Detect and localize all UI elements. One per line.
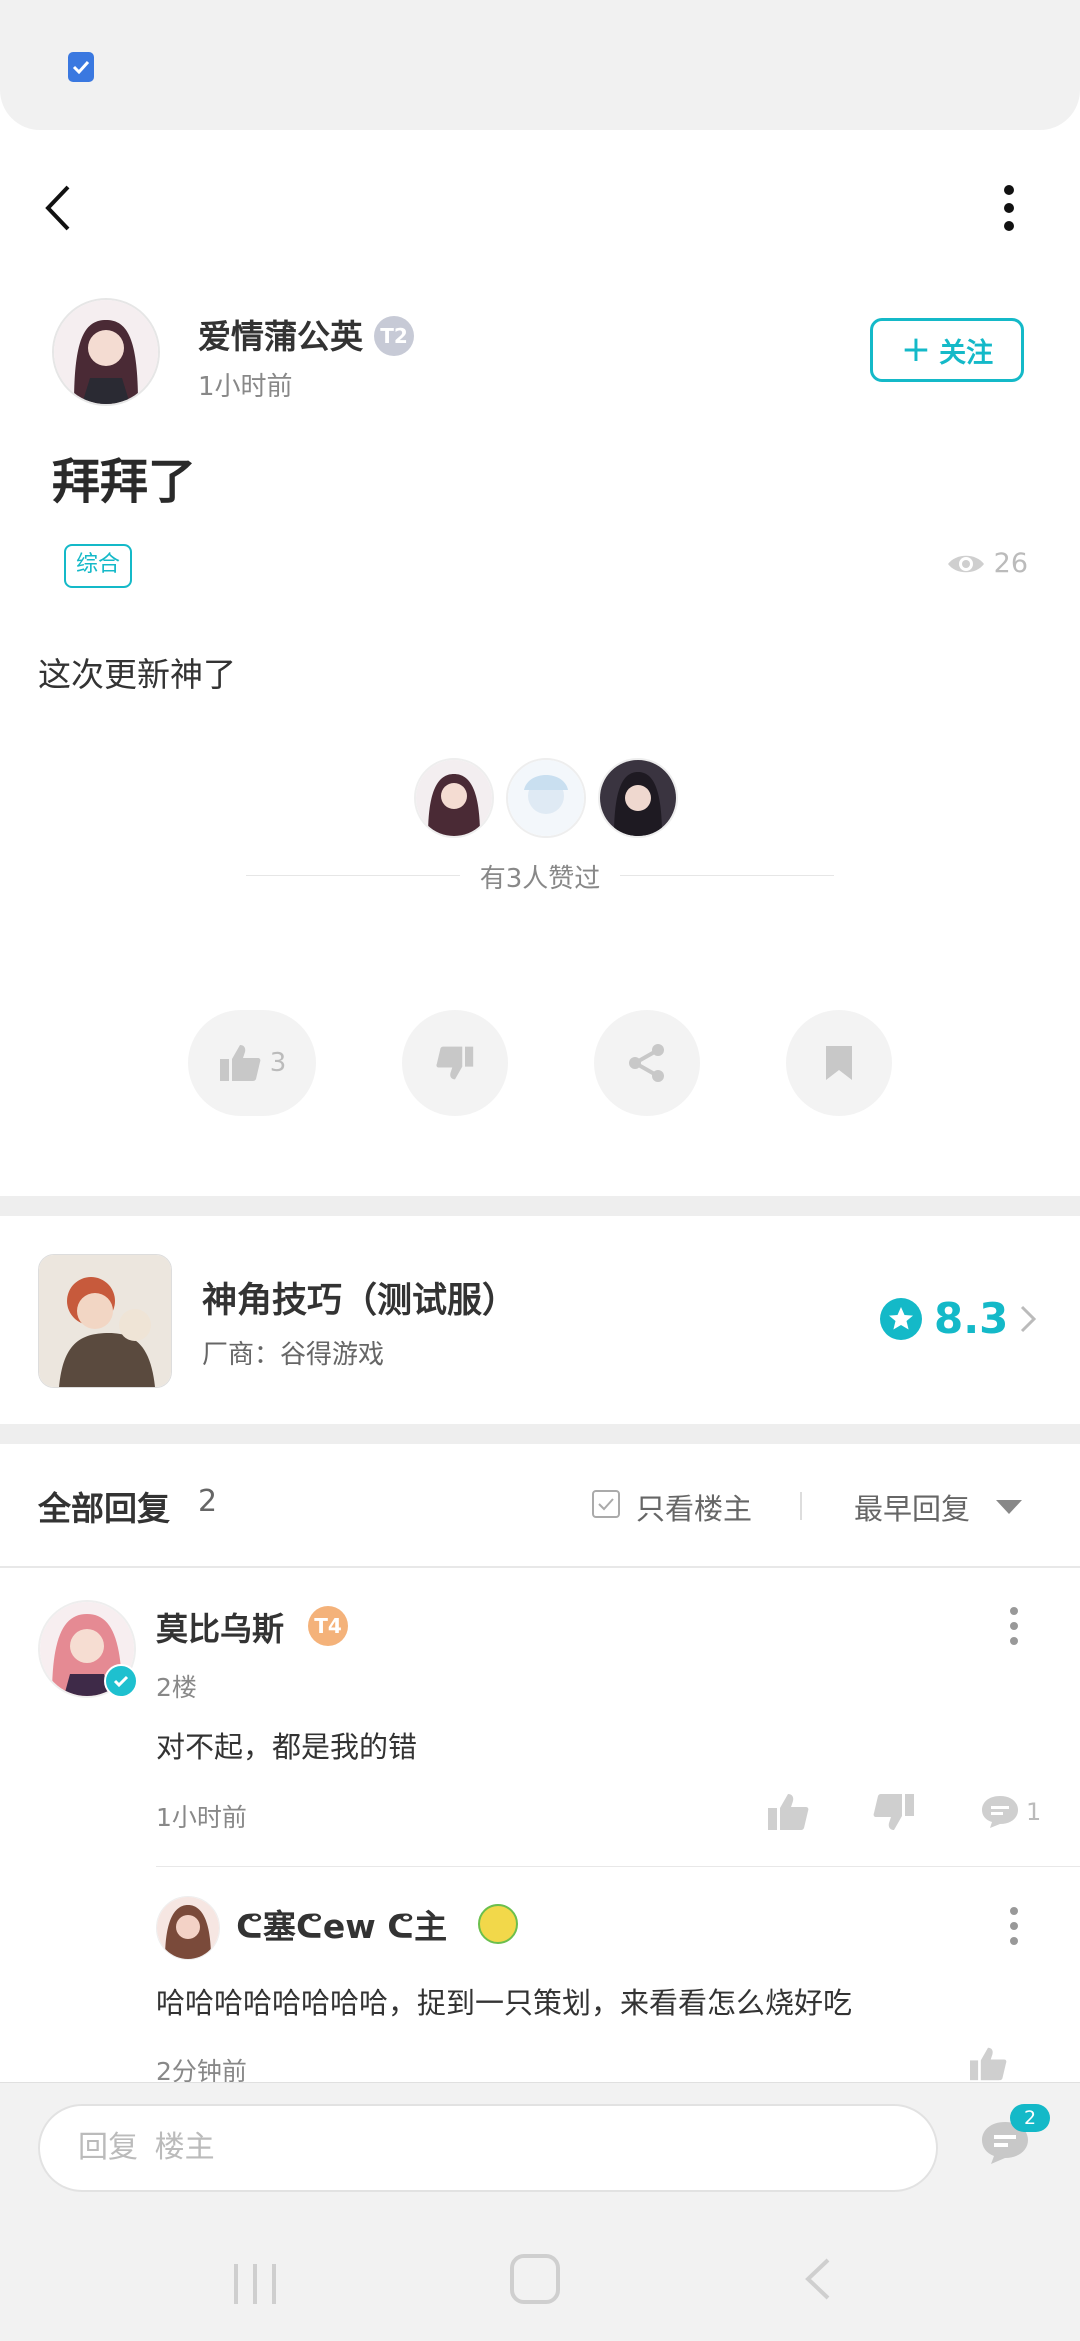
game-title[interactable]: 神角技巧（测试服） (202, 1272, 517, 1323)
comment-time: 1小时前 (156, 1803, 247, 1832)
vertical-dots-icon (1010, 1607, 1018, 1645)
replies-header: 全部回复 (38, 1489, 170, 1528)
follow-label: 关注 (939, 337, 994, 369)
thumbs-up-icon (219, 1045, 261, 1081)
vertical-dots-icon (1010, 1907, 1018, 1945)
post-title: 拜拜了 (52, 454, 197, 510)
thumbs-up-icon (768, 1794, 809, 1830)
game-icon[interactable] (38, 1254, 172, 1388)
more-menu-button[interactable] (996, 180, 1022, 236)
game-rating[interactable]: 8.3 (880, 1294, 1037, 1343)
dislike-button[interactable] (402, 1010, 508, 1116)
plus-icon: + (900, 329, 932, 370)
post-tag[interactable]: 综合 (64, 544, 133, 588)
recent-apps-icon (234, 2264, 276, 2304)
reply-more-button[interactable] (1002, 1904, 1026, 1948)
only-owner-checkbox[interactable] (592, 1490, 620, 1518)
liker-avatar[interactable] (414, 758, 494, 838)
comment-reply-button[interactable]: 1 (980, 1794, 1041, 1830)
share-icon (629, 1044, 664, 1082)
bookmark-icon (826, 1046, 852, 1080)
post-body: 这次更新神了 (38, 655, 236, 694)
reply-like-button[interactable] (966, 2046, 1010, 2082)
author-level-badge: T2 (374, 316, 414, 356)
header-divider (800, 1492, 802, 1520)
view-count: 26 (946, 548, 1028, 579)
commenter-name[interactable]: 莫比乌斯 (156, 1604, 284, 1650)
game-vendor: 厂商：谷得游戏 (202, 1340, 385, 1370)
section-divider (0, 1196, 1080, 1216)
thumbs-up-icon (970, 2047, 1007, 2081)
notification-strip (0, 0, 1080, 130)
thumbs-down-icon (873, 1794, 914, 1830)
likers-summary-text: 有3人赞过 (459, 864, 621, 894)
section-divider (0, 1424, 1080, 1444)
only-owner-label[interactable]: 只看楼主 (636, 1486, 752, 1528)
system-back-button[interactable] (804, 2256, 832, 2302)
liker-avatar[interactable] (598, 758, 678, 838)
share-button[interactable] (594, 1010, 700, 1116)
chevron-right-icon (1021, 1305, 1037, 1332)
caret-down-icon[interactable] (996, 1500, 1022, 1514)
replies-count: 2 (198, 1484, 218, 1519)
star-icon (880, 1297, 922, 1340)
thumbs-down-icon (436, 1046, 474, 1080)
likers-avatars[interactable] (414, 758, 678, 838)
comment-reply-count: 1 (1026, 1798, 1042, 1826)
vertical-dots-icon (1004, 185, 1014, 231)
reply-divider (156, 1866, 1080, 1867)
comment-bubble-icon (982, 1796, 1018, 1828)
checkbox-notification-icon (68, 52, 94, 82)
back-button[interactable] (38, 180, 78, 236)
replier-name[interactable]: ᕦ塞ᕦew ᕦ主 (236, 1900, 447, 1948)
reply-text[interactable]: 哈哈哈哈哈哈哈哈，捉到一只策划，来看看怎么烧好吃 (156, 1980, 852, 2022)
replier-avatar[interactable] (156, 1896, 220, 1960)
comment-floor: 2楼 (156, 1673, 197, 1702)
commenter-level-badge: T4 (308, 1606, 348, 1646)
comment-dislike-button[interactable] (872, 1792, 916, 1832)
like-count: 3 (269, 1048, 287, 1078)
header-bottom-line (0, 1566, 1080, 1568)
verified-badge-icon (104, 1664, 138, 1698)
recent-apps-button[interactable] (232, 2262, 278, 2306)
post-time: 1小时前 (198, 372, 293, 402)
rating-value: 8.3 (934, 1294, 1009, 1343)
likers-summary: 有3人赞过 (0, 858, 1080, 895)
reply-input[interactable] (38, 2104, 938, 2192)
liker-avatar[interactable] (506, 758, 586, 838)
comments-count-badge: 2 (1010, 2104, 1050, 2132)
check-icon (598, 1498, 614, 1511)
comment-more-button[interactable] (1002, 1604, 1026, 1648)
chevron-left-icon (805, 2258, 830, 2300)
replier-emoji-badge-icon (478, 1904, 518, 1944)
comment-text[interactable]: 对不起，都是我的错 (156, 1724, 417, 1766)
eye-icon (947, 555, 984, 572)
bookmark-button[interactable] (786, 1010, 892, 1116)
view-count-value: 26 (993, 548, 1028, 579)
sort-dropdown[interactable]: 最早回复 (854, 1486, 970, 1528)
home-button-icon[interactable] (510, 2254, 560, 2304)
comment-like-button[interactable] (766, 1792, 810, 1832)
like-button[interactable]: 3 (188, 1010, 316, 1116)
author-name[interactable]: 爱情蒲公英 (198, 310, 363, 358)
author-avatar[interactable] (52, 298, 160, 406)
follow-button[interactable]: + 关注 (870, 318, 1024, 382)
chevron-left-icon (45, 185, 70, 231)
